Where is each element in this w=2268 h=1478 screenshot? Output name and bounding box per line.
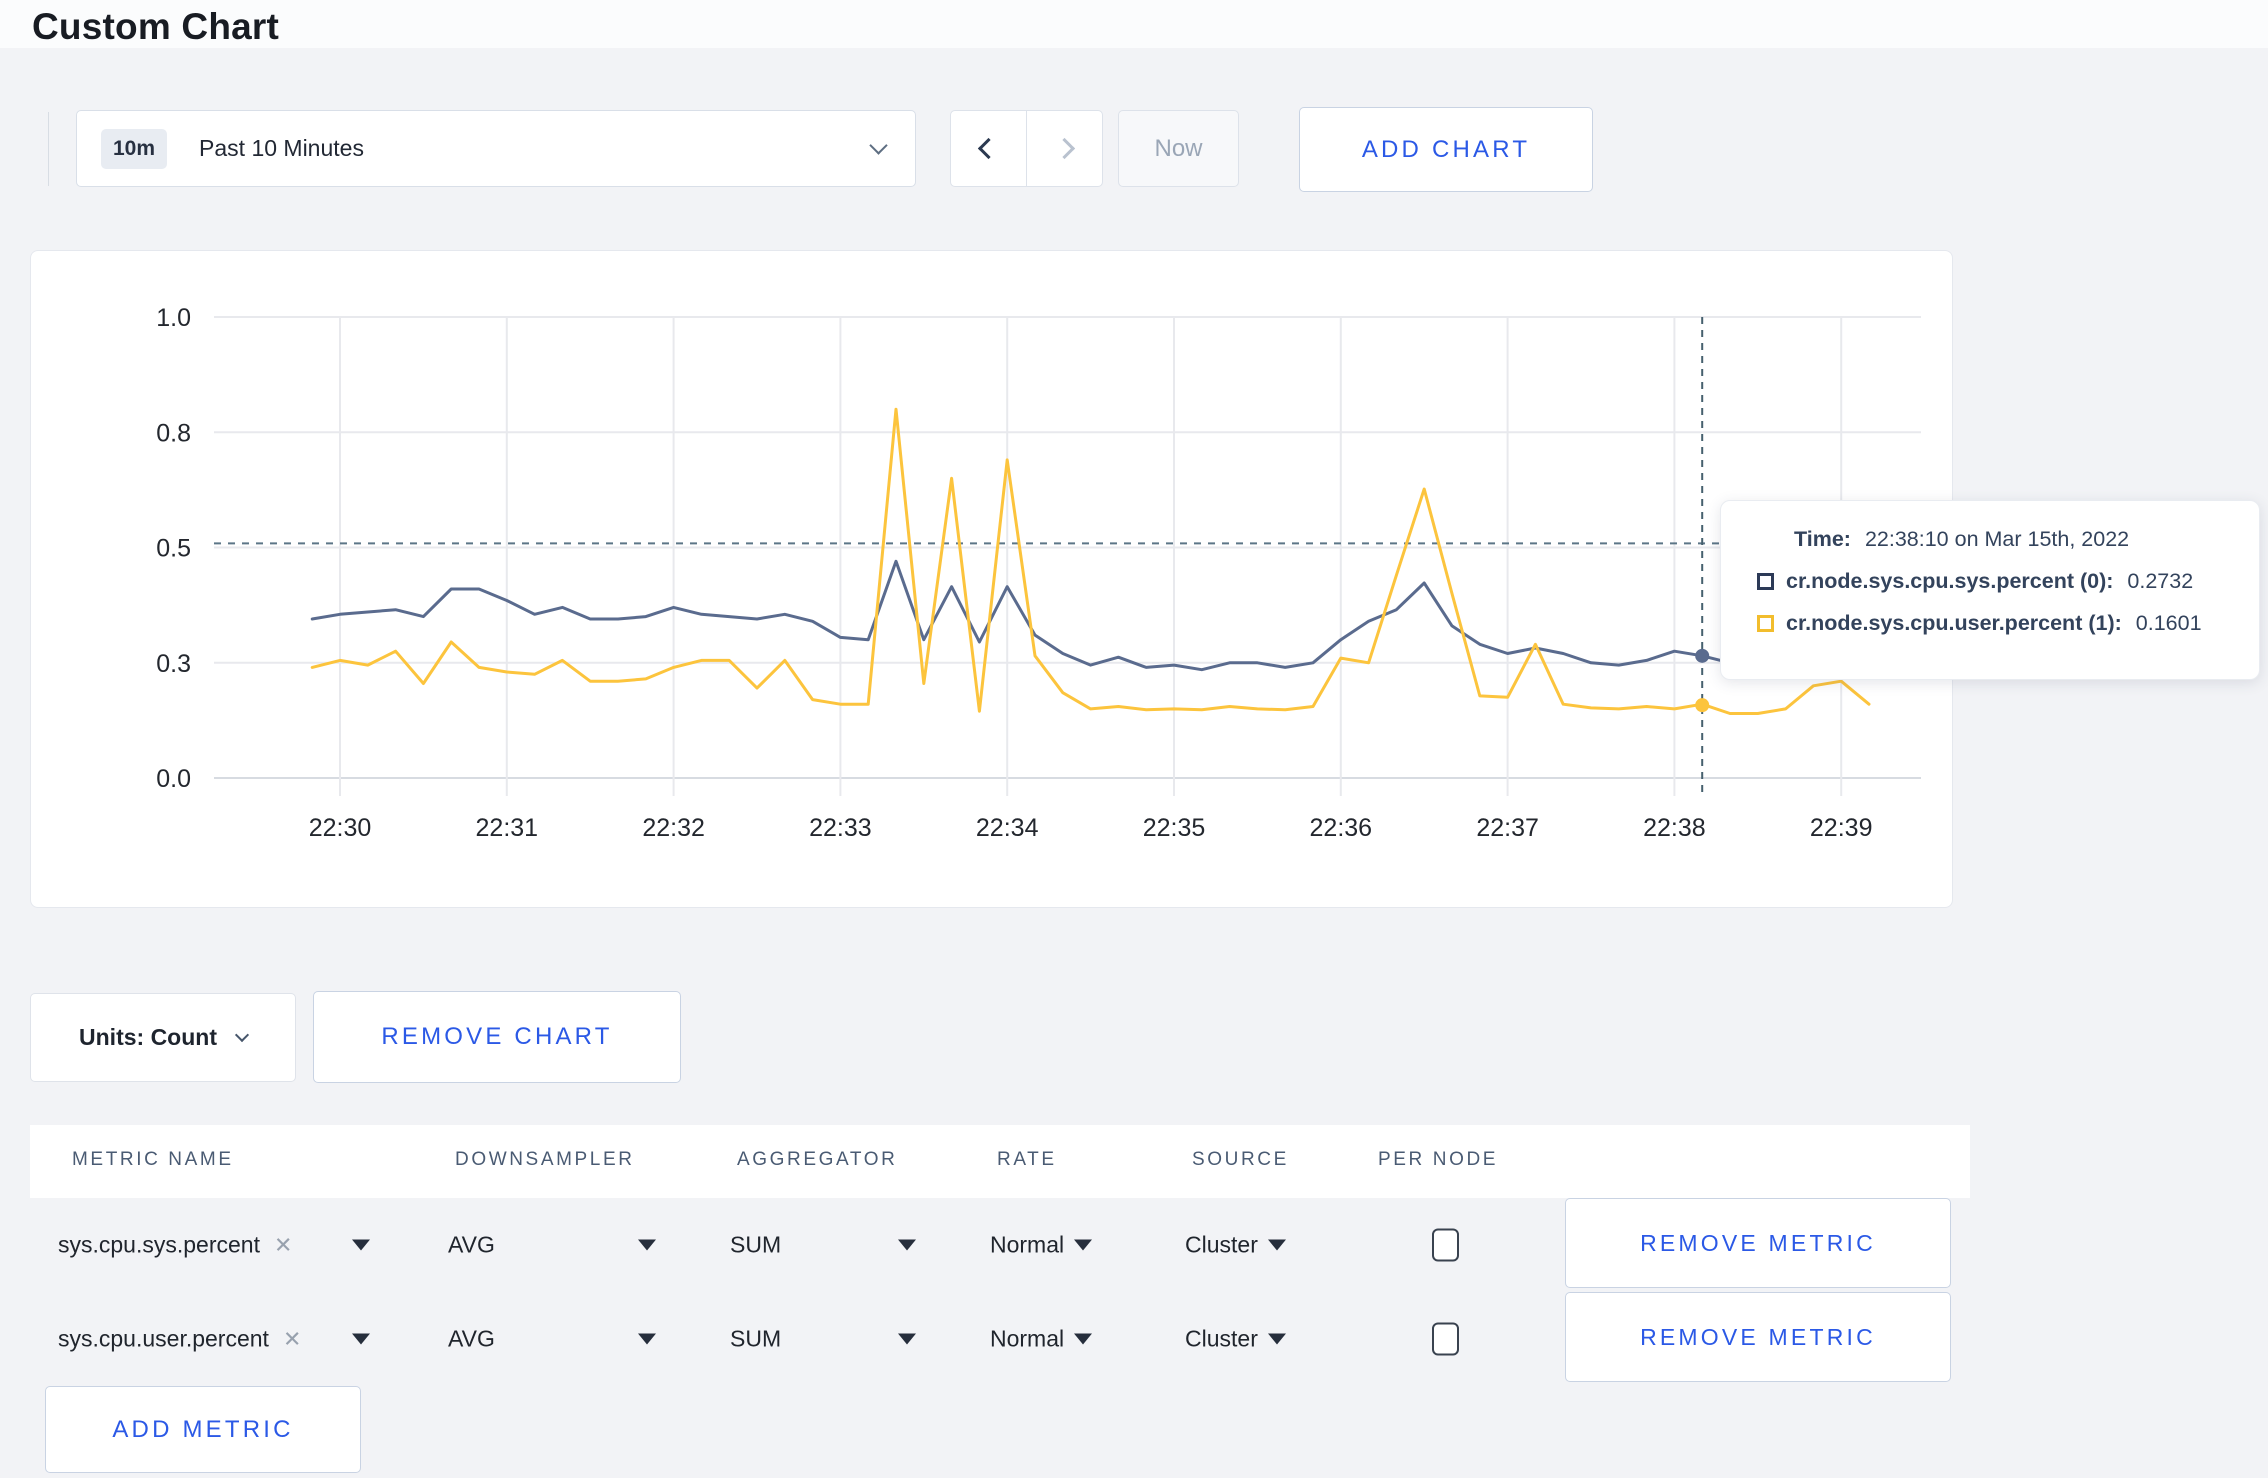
- x-axis-tick-label: 22:39: [1810, 814, 1873, 842]
- x-axis-tick-label: 22:37: [1476, 814, 1539, 842]
- source-select[interactable]: Cluster: [1185, 1326, 1286, 1353]
- source-value: Cluster: [1185, 1231, 1258, 1258]
- metric-row: sys.cpu.sys.percent ✕ AVG SUM Normal Clu…: [0, 1198, 2268, 1292]
- units-label: Units: Count: [79, 1024, 217, 1050]
- series-line: [310, 407, 1871, 715]
- page-title: Custom Chart: [32, 6, 280, 47]
- x-axis-tick-label: 22:31: [476, 814, 539, 842]
- metric-name-value: sys.cpu.user.percent: [58, 1325, 269, 1352]
- rate-value: Normal: [990, 1231, 1065, 1258]
- tooltip-series-row: cr.node.sys.cpu.user.percent (1): 0.1601: [1757, 611, 2259, 636]
- aggregator-select[interactable]: SUM: [730, 1232, 781, 1259]
- toolbar-divider: [48, 112, 49, 186]
- chart-hover-tooltip: Time: 22:38:10 on Mar 15th, 2022 cr.node…: [1720, 500, 2260, 680]
- add-chart-button[interactable]: ADD CHART: [1299, 107, 1593, 192]
- x-axis-tick-label: 22:33: [809, 814, 872, 842]
- column-header-downsampler: DOWNSAMPLER: [455, 1149, 635, 1170]
- tooltip-series-value: 0.1601: [2135, 611, 2202, 635]
- series-line: [310, 559, 1871, 672]
- add-metric-button[interactable]: ADD METRIC: [45, 1386, 361, 1473]
- metric-row: sys.cpu.user.percent ✕ AVG SUM Normal Cl…: [0, 1292, 2268, 1386]
- metric-name-select[interactable]: sys.cpu.user.percent ✕: [58, 1326, 301, 1353]
- now-button[interactable]: Now: [1118, 110, 1239, 187]
- y-axis-tick-label: 0.5: [156, 535, 191, 563]
- column-header-per-node: PER NODE: [1378, 1149, 1499, 1170]
- metric-name-value: sys.cpu.sys.percent: [58, 1231, 260, 1258]
- aggregator-dropdown-icon[interactable]: [898, 1239, 916, 1251]
- tooltip-series-label: cr.node.sys.cpu.sys.percent (0):: [1786, 569, 2114, 593]
- column-header-rate: RATE: [997, 1149, 1057, 1170]
- downsampler-dropdown-icon[interactable]: [638, 1333, 656, 1345]
- x-axis-tick-label: 22:38: [1643, 814, 1706, 842]
- rate-select[interactable]: Normal: [990, 1325, 1093, 1353]
- tooltip-time-label: Time:: [1794, 527, 1851, 551]
- column-header-metric-name: METRIC NAME: [72, 1149, 234, 1170]
- time-range-select[interactable]: 10m Past 10 Minutes: [76, 110, 916, 187]
- downsampler-select[interactable]: AVG: [448, 1326, 495, 1353]
- y-axis-tick-label: 0.3: [156, 650, 191, 678]
- aggregator-dropdown-icon[interactable]: [898, 1333, 916, 1345]
- column-header-source: SOURCE: [1192, 1149, 1289, 1170]
- tooltip-time-value: 22:38:10 on Mar 15th, 2022: [1864, 527, 2130, 551]
- chart-panel[interactable]: 0.0 0.3 0.5 0.8 1.0 22:30 22:31 22:32 22:33 22:34…: [30, 250, 1953, 908]
- source-dropdown-icon: [1267, 1239, 1286, 1251]
- rate-dropdown-icon: [1074, 1333, 1093, 1345]
- chevron-right-icon: [1053, 137, 1076, 160]
- metric-dropdown-icon[interactable]: [352, 1239, 370, 1251]
- y-axis-tick-label: 0.8: [156, 419, 191, 447]
- chevron-down-icon: [869, 136, 888, 155]
- per-node-checkbox[interactable]: [1432, 1228, 1459, 1262]
- time-nav-group: [950, 110, 1103, 187]
- downsampler-select[interactable]: AVG: [448, 1232, 495, 1259]
- metrics-table-header: METRIC NAME DOWNSAMPLER AGGREGATOR RATE …: [30, 1125, 1970, 1198]
- top-band: [0, 0, 2268, 48]
- metric-name-select[interactable]: sys.cpu.sys.percent ✕: [58, 1232, 292, 1259]
- rate-select[interactable]: Normal: [990, 1231, 1093, 1259]
- user-series-swatch-icon: [1757, 615, 1774, 632]
- column-header-aggregator: AGGREGATOR: [737, 1149, 898, 1170]
- y-axis-tick-label: 1.0: [156, 304, 191, 332]
- x-axis-tick-label: 22:34: [976, 814, 1039, 842]
- rate-value: Normal: [990, 1325, 1065, 1352]
- x-axis-tick-label: 22:30: [309, 814, 372, 842]
- tooltip-series-row: cr.node.sys.cpu.sys.percent (0): 0.2732: [1757, 569, 2259, 594]
- time-range-badge: 10m: [101, 128, 168, 169]
- aggregator-select[interactable]: SUM: [730, 1326, 781, 1353]
- source-value: Cluster: [1185, 1325, 1258, 1352]
- remove-chart-button[interactable]: REMOVE CHART: [313, 991, 681, 1083]
- tooltip-series-label: cr.node.sys.cpu.user.percent (1):: [1786, 611, 2122, 635]
- x-axis-tick-label: 22:32: [642, 814, 705, 842]
- tooltip-series-value: 0.2732: [2127, 569, 2194, 593]
- units-select[interactable]: Units: Count: [30, 993, 296, 1082]
- per-node-checkbox[interactable]: [1432, 1322, 1459, 1356]
- time-prev-button[interactable]: [951, 111, 1026, 186]
- chevron-left-icon: [977, 137, 1000, 160]
- y-axis-tick-label: 0.0: [156, 765, 191, 793]
- downsampler-dropdown-icon[interactable]: [638, 1239, 656, 1251]
- hover-point-dot: [1695, 648, 1710, 663]
- sys-series-swatch-icon: [1757, 573, 1774, 590]
- clear-metric-icon[interactable]: ✕: [274, 1232, 292, 1258]
- metric-dropdown-icon[interactable]: [352, 1333, 370, 1345]
- x-axis-tick-label: 22:36: [1310, 814, 1373, 842]
- remove-metric-button[interactable]: REMOVE METRIC: [1565, 1198, 1951, 1288]
- source-select[interactable]: Cluster: [1185, 1232, 1286, 1259]
- time-next-button[interactable]: [1026, 111, 1102, 186]
- source-dropdown-icon: [1267, 1333, 1286, 1345]
- rate-dropdown-icon: [1074, 1239, 1093, 1251]
- hover-point-dot: [1695, 698, 1710, 713]
- remove-metric-button[interactable]: REMOVE METRIC: [1565, 1292, 1951, 1382]
- x-axis-tick-label: 22:35: [1143, 814, 1206, 842]
- clear-metric-icon[interactable]: ✕: [283, 1326, 301, 1352]
- chevron-down-icon: [234, 1027, 250, 1042]
- line-chart[interactable]: 0.0 0.3 0.5 0.8 1.0 22:30 22:31 22:32 22:33 22:34…: [31, 251, 1954, 909]
- tooltip-time-row: Time: 22:38:10 on Mar 15th, 2022: [1757, 527, 2259, 552]
- time-range-label: Past 10 Minutes: [199, 135, 364, 161]
